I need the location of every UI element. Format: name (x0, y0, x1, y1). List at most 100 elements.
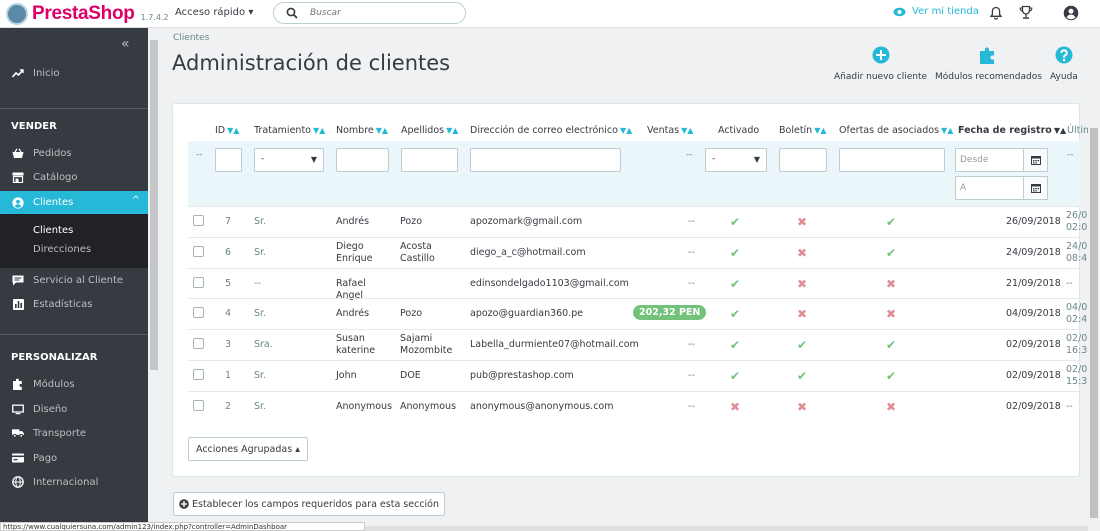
scrollbar-thumb[interactable] (1090, 128, 1098, 518)
table-row[interactable] (188, 391, 1081, 421)
recommended-modules-button[interactable]: Módulos recomendados (935, 46, 1042, 82)
required-fields-button[interactable]: Establecer los campos requeridos para es… (173, 492, 446, 516)
sort-arrows-icon[interactable]: ▼▲ (227, 126, 239, 135)
sidebar-item-estadisticas[interactable]: Estadísticas (0, 293, 148, 315)
filter-date-to[interactable]: A (955, 176, 1025, 200)
table-row[interactable] (188, 360, 1081, 391)
check-icon[interactable]: ✔ (730, 246, 740, 260)
cell-tratamiento: Sr. (254, 247, 267, 258)
row-checkbox[interactable] (193, 215, 204, 226)
filter-ofertas-input[interactable] (839, 148, 945, 172)
column-header-id[interactable]: ID ▼▲ (215, 125, 239, 136)
breadcrumb[interactable]: Clientes (173, 33, 209, 43)
submenu-item-clientes[interactable]: Clientes (33, 225, 73, 236)
column-header-apellidos[interactable]: Apellidos ▼▲ (401, 125, 458, 136)
filter-activado-select[interactable]: - ▼ (705, 148, 767, 172)
help-button[interactable]: Ayuda (1050, 46, 1078, 82)
check-icon[interactable]: ✔ (886, 246, 896, 260)
sidebar-item-label: Internacional (33, 476, 99, 488)
scrollbar-thumb[interactable] (150, 40, 158, 370)
cross-icon[interactable]: ✖ (730, 400, 740, 414)
row-checkbox[interactable] (193, 307, 204, 318)
filter-boletin-input[interactable] (779, 148, 827, 172)
check-icon[interactable]: ✔ (730, 215, 740, 229)
sidebar-scrollbar[interactable] (148, 28, 160, 531)
sidebar-item-internacional[interactable]: Internacional (0, 471, 148, 493)
sidebar-item-pago[interactable]: Pago (0, 447, 148, 469)
submenu-item-direcciones[interactable]: Direcciones (33, 244, 91, 255)
filter-id-input[interactable] (215, 148, 242, 172)
sidebar-item-modulos[interactable]: Módulos (0, 373, 148, 395)
check-icon[interactable]: ✔ (730, 307, 740, 321)
calendar-icon[interactable] (1023, 148, 1048, 172)
cross-icon[interactable]: ✖ (797, 307, 807, 321)
check-icon[interactable]: ✔ (730, 369, 740, 383)
check-icon[interactable]: ✔ (797, 338, 807, 352)
filter-nombre-input[interactable] (336, 148, 389, 172)
horizontal-scrollbar[interactable] (365, 526, 1088, 531)
user-account-icon[interactable] (1063, 5, 1079, 21)
check-icon[interactable]: ✔ (886, 338, 896, 352)
row-checkbox[interactable] (193, 338, 204, 349)
prestashop-logo[interactable]: PrestaShop 1.7.4.2 (6, 3, 169, 25)
sort-arrows-icon[interactable]: ▼▲ (941, 126, 953, 135)
quick-access-dropdown[interactable]: Acceso rápido ▾ (175, 7, 253, 18)
sort-arrows-icon[interactable]: ▼▲ (681, 126, 693, 135)
sort-arrows-icon[interactable]: ▼▲ (620, 126, 632, 135)
sort-arrows-icon[interactable]: ▼▲ (446, 126, 458, 135)
sidebar-item-pedidos[interactable]: Pedidos (0, 142, 148, 164)
cross-icon[interactable]: ✖ (797, 277, 807, 291)
version-label: 1.7.4.2 (140, 12, 169, 22)
bulk-actions-button[interactable]: Acciones Agrupadas ▴ (188, 437, 308, 461)
cross-icon[interactable]: ✖ (886, 400, 896, 414)
filter-apellidos-input[interactable] (401, 148, 458, 172)
column-header-boletin[interactable]: Boletín ▼▲ (779, 125, 827, 136)
cross-icon[interactable]: ✖ (797, 215, 807, 229)
table-row[interactable] (188, 206, 1081, 237)
search-box[interactable] (273, 2, 466, 24)
check-icon[interactable]: ✔ (730, 338, 740, 352)
column-header-ofertas[interactable]: Ofertas de asociados ▼▲ (839, 125, 953, 136)
add-customer-button[interactable]: Añadir nuevo cliente (834, 46, 927, 82)
table-row[interactable] (188, 237, 1081, 268)
trophy-icon[interactable] (1019, 5, 1033, 20)
check-icon[interactable]: ✔ (886, 369, 896, 383)
calendar-icon[interactable] (1023, 176, 1048, 200)
row-checkbox[interactable] (193, 277, 204, 288)
view-shop-link[interactable]: Ver mi tienda (893, 6, 979, 17)
cross-icon[interactable]: ✖ (886, 307, 896, 321)
filter-email-input[interactable] (470, 148, 621, 172)
sidebar-item-clientes[interactable]: Clientes ^ (0, 191, 148, 214)
sidebar-item-inicio[interactable]: Inicio (0, 62, 148, 84)
sidebar-item-servicio[interactable]: Servicio al Cliente (0, 269, 148, 291)
collapse-sidebar-button[interactable]: « (121, 36, 130, 52)
column-header-email[interactable]: Dirección de correo electrónico ▼▲ (470, 125, 632, 136)
sidebar-item-catalogo[interactable]: Catálogo (0, 166, 148, 188)
column-header-tratamiento[interactable]: Tratamiento ▼▲ (254, 125, 325, 136)
check-icon[interactable]: ✔ (886, 215, 896, 229)
cross-icon[interactable]: ✖ (797, 246, 807, 260)
sort-arrows-icon[interactable]: ▼▲ (376, 126, 388, 135)
row-checkbox[interactable] (193, 400, 204, 411)
cross-icon[interactable]: ✖ (797, 400, 807, 414)
column-header-fecha[interactable]: Fecha de registro ▼▲ (958, 125, 1066, 136)
search-input[interactable] (310, 6, 450, 20)
check-icon[interactable]: ✔ (797, 369, 807, 383)
filter-date-from[interactable]: Desde (955, 148, 1025, 172)
sort-arrows-icon[interactable]: ▼▲ (814, 126, 826, 135)
row-checkbox[interactable] (193, 246, 204, 257)
column-header-ventas[interactable]: Ventas ▼▲ (647, 125, 693, 136)
sidebar-item-transporte[interactable]: Transporte (0, 422, 148, 444)
table-row[interactable] (188, 268, 1081, 298)
page-scrollbar[interactable] (1088, 28, 1100, 531)
sort-arrows-icon[interactable]: ▼▲ (313, 126, 325, 135)
filter-tratamiento-select[interactable]: - ▼ (254, 148, 324, 172)
bell-icon[interactable] (990, 6, 1002, 20)
column-header-nombre[interactable]: Nombre ▼▲ (336, 125, 388, 136)
cross-icon[interactable]: ✖ (886, 277, 896, 291)
sidebar-item-diseno[interactable]: Diseño (0, 398, 148, 420)
row-checkbox[interactable] (193, 369, 204, 380)
check-icon[interactable]: ✔ (730, 277, 740, 291)
select-value: - (261, 154, 265, 164)
sort-arrows-icon[interactable]: ▼▲ (1054, 126, 1066, 135)
